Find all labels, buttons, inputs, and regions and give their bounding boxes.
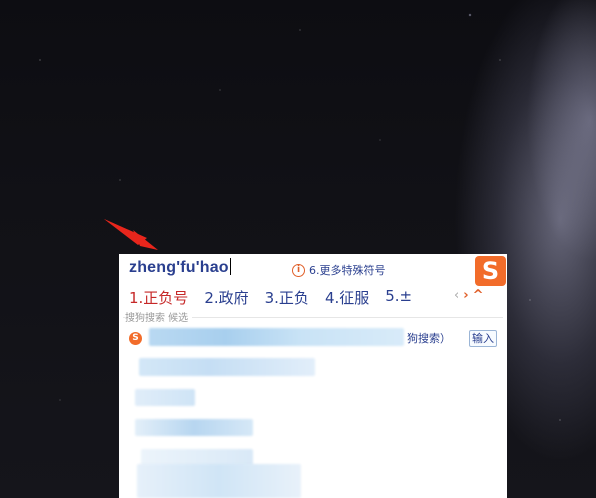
- blurred-suggestion-5: [137, 464, 301, 498]
- candidate-2[interactable]: 2.政府: [204, 287, 248, 308]
- blurred-suggestion-1: [139, 358, 315, 376]
- search-candidates-label: 搜狗搜索 候选: [125, 309, 193, 324]
- pinyin-text: zheng'fu'hao: [129, 259, 229, 276]
- candidate-1[interactable]: 1.正负号: [129, 287, 188, 308]
- search-suffix: 狗搜索）: [407, 332, 451, 345]
- input-button[interactable]: 输入: [469, 330, 497, 347]
- special-symbols-hint[interactable]: i 6. 更多特殊符号: [292, 262, 386, 278]
- blurred-suggestion-3: [135, 419, 253, 436]
- ime-candidate-window: zheng'fu'hao i 6. 更多特殊符号 S 1.正负号 2.政府 3.…: [119, 254, 507, 498]
- candidate-3[interactable]: 3.正负: [265, 287, 309, 308]
- page-nav: ‹ › ^: [454, 288, 483, 303]
- sogou-search-icon: S: [129, 332, 142, 345]
- sogou-logo-icon[interactable]: S: [475, 256, 506, 286]
- chevron-up-icon[interactable]: ^: [473, 288, 484, 303]
- text-caret: [229, 258, 231, 275]
- info-icon: i: [292, 263, 305, 277]
- blurred-suggestion-2: [135, 389, 195, 406]
- hint-number: 6.: [309, 263, 320, 277]
- candidate-5[interactable]: 5.±: [385, 287, 412, 308]
- chevron-right-icon[interactable]: ›: [463, 288, 468, 303]
- blurred-search-suggestion: [149, 328, 404, 346]
- candidate-4[interactable]: 4.征服: [325, 287, 369, 308]
- candidate-list: 1.正负号 2.政府 3.正负 4.征服 5.±: [129, 287, 428, 308]
- red-arrow-pinyin: [104, 219, 158, 250]
- chevron-left-icon[interactable]: ‹: [454, 288, 459, 303]
- hint-text: 更多特殊符号: [319, 264, 386, 277]
- pinyin-composition[interactable]: zheng'fu'hao: [129, 258, 231, 277]
- ime-composition-row: zheng'fu'hao i 6. 更多特殊符号 S: [119, 254, 507, 286]
